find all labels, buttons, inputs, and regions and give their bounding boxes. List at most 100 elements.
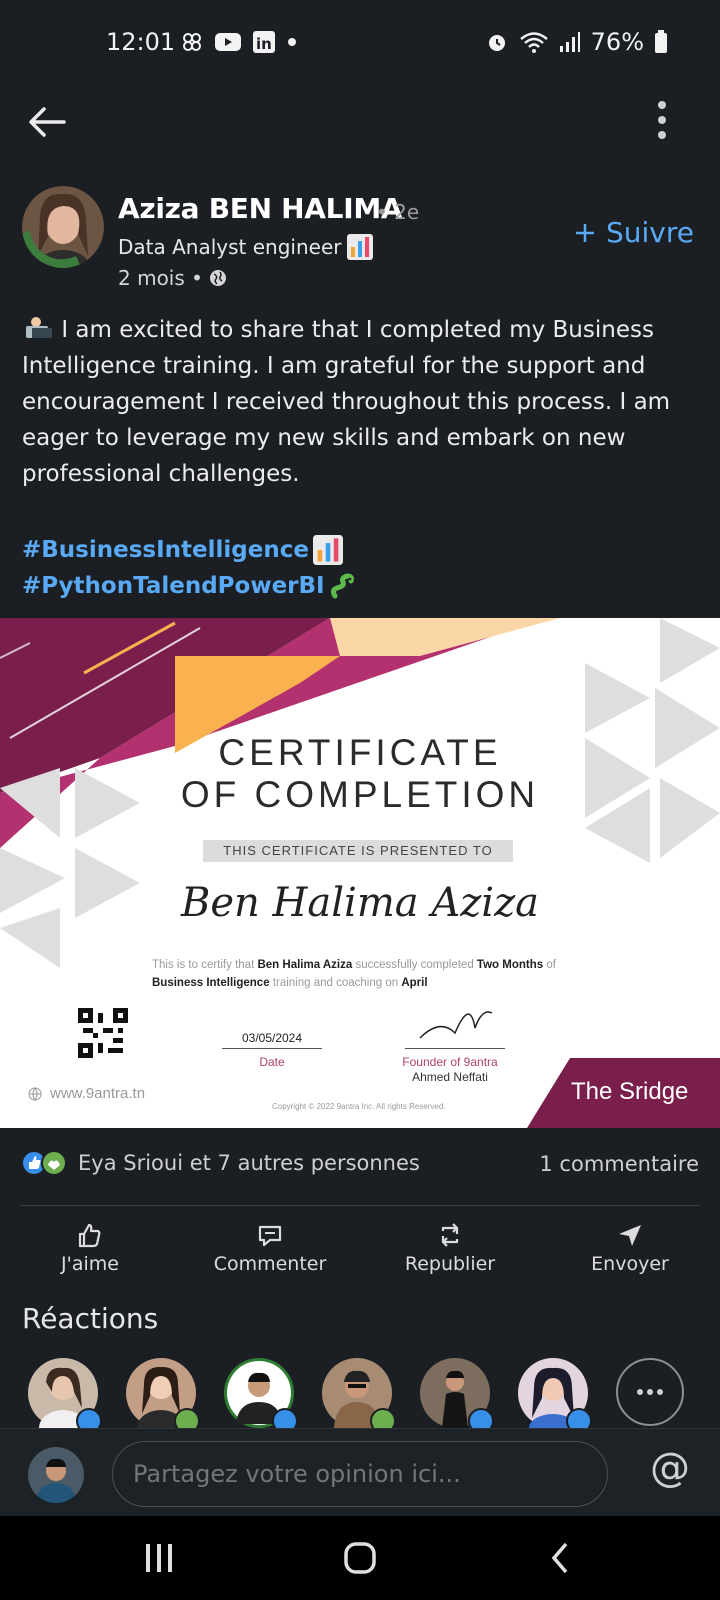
hashtag-python-talend-powerbi[interactable]: #PythonTalendPowerBI: [22, 568, 357, 604]
hashtag-text: #PythonTalendPowerBI: [22, 573, 325, 599]
certificate-website: www.9antra.tn: [28, 1085, 145, 1102]
dot-icon: [288, 38, 296, 46]
action-label: Envoyer: [591, 1253, 669, 1275]
reactors-summary[interactable]: Eya Srioui et 7 autres personnes: [20, 1148, 420, 1178]
hashtag-business-intelligence[interactable]: #BusinessIntelligence: [22, 532, 357, 568]
cert-text: of: [546, 959, 556, 971]
reaction-user-avatar[interactable]: [420, 1358, 494, 1434]
post-author: Aziza BEN HALIMA • 2e Data Analyst engin…: [0, 186, 720, 296]
action-label: J'aime: [61, 1253, 119, 1275]
post-body: I am excited to share that I completed m…: [22, 312, 702, 492]
connection-degree: • 2e: [376, 200, 420, 224]
system-icons: 76%: [485, 28, 668, 56]
comment-input[interactable]: [112, 1441, 608, 1507]
cert-text: April: [401, 977, 428, 989]
pinwheel-icon: [183, 33, 201, 51]
bar-chart-icon: [347, 234, 374, 260]
reaction-user-avatar[interactable]: [224, 1358, 298, 1434]
certificate-brand: The Sridge: [571, 1078, 689, 1105]
reaction-icons: [21, 1150, 67, 1176]
certificate-date: 03/05/2024: [241, 1031, 303, 1045]
qr-code: [78, 1008, 128, 1058]
post-actions: J'aime Commenter Republier Envoyer: [0, 1215, 720, 1285]
send-button[interactable]: Envoyer: [540, 1215, 720, 1285]
action-label: Commenter: [213, 1253, 327, 1275]
certificate-recipient: Ben Halima Aziza: [180, 880, 540, 926]
like-button[interactable]: J'aime: [0, 1215, 180, 1285]
certificate-title-line2: OF COMPLETION: [180, 774, 540, 815]
svg-text:in: in: [256, 35, 272, 53]
certificate-date-label: Date: [259, 1055, 285, 1069]
reactors-text: Eya Srioui et 7 autres personnes: [78, 1151, 420, 1175]
certificate-title-line1: CERTIFICATE: [218, 732, 502, 773]
action-label: Republier: [404, 1253, 496, 1275]
comment-icon: [258, 1225, 282, 1247]
comment-composer: @: [0, 1428, 720, 1516]
globe-icon: [209, 270, 226, 286]
certificate-founder-label: Founder of 9antra: [402, 1055, 498, 1069]
cert-text: This is to certify that: [152, 959, 255, 971]
more-dots-icon: [637, 1389, 663, 1395]
author-avatar[interactable]: [22, 186, 104, 268]
repost-button[interactable]: Republier: [360, 1215, 540, 1285]
certificate-body: This is to certify that Ben Halima Aziza…: [152, 956, 592, 992]
time-text: 2 mois •: [118, 266, 203, 290]
signature-line: [405, 1048, 505, 1049]
home-button[interactable]: [344, 1542, 376, 1578]
cert-text: Business Intelligence: [152, 977, 270, 989]
social-counts: Eya Srioui et 7 autres personnes 1 comme…: [0, 1148, 720, 1188]
follow-label: Suivre: [606, 216, 694, 249]
divider: [20, 1205, 700, 1206]
reaction-user-avatar[interactable]: [126, 1358, 200, 1446]
plus-icon: [576, 223, 594, 242]
arrow-left-icon: [29, 107, 66, 137]
recents-button[interactable]: [144, 1542, 174, 1578]
reaction-user-avatar[interactable]: [28, 1358, 102, 1446]
more-options-button[interactable]: [652, 98, 672, 142]
reaction-user-avatar[interactable]: [322, 1358, 396, 1434]
battery-icon: [655, 30, 667, 53]
status-bar: 12:01 in 76%: [0, 0, 720, 88]
comment-button[interactable]: Commenter: [180, 1215, 360, 1285]
recents-icon: [146, 1544, 172, 1572]
follow-button[interactable]: Suivre: [574, 216, 694, 249]
at-icon[interactable]: @: [650, 1445, 690, 1491]
alarm-icon: [488, 35, 505, 51]
snake-icon: [330, 573, 354, 599]
website-text: www.9antra.tn: [50, 1085, 146, 1102]
author-name[interactable]: Aziza BEN HALIMA: [118, 192, 403, 225]
back-icon: [551, 1542, 568, 1574]
battery-percent: 76%: [590, 28, 644, 56]
headline-text: Data Analyst engineer: [118, 235, 342, 259]
bar-chart-icon: [312, 535, 343, 565]
date-line: [222, 1048, 322, 1049]
more-reactions-button[interactable]: [616, 1358, 684, 1426]
thumbs-up-icon: [78, 1223, 101, 1248]
youtube-icon: [215, 33, 241, 51]
wifi-icon: [519, 32, 548, 53]
nav-back-button[interactable]: [550, 1542, 570, 1578]
author-headline: Data Analyst engineer: [118, 234, 374, 260]
vertical-dots-icon: [658, 101, 666, 139]
hashtag-text: #BusinessIntelligence: [22, 537, 309, 563]
globe-icon: [28, 1087, 42, 1101]
post-text: I am excited to share that I completed m…: [22, 317, 671, 487]
signal-icon: [559, 32, 580, 52]
reaction-user-avatar[interactable]: [518, 1358, 592, 1442]
post-image-certificate[interactable]: CERTIFICATE OF COMPLETION THIS CERTIFICA…: [0, 618, 720, 1128]
certificate-presented: THIS CERTIFICATE IS PRESENTED TO: [203, 840, 513, 862]
send-icon: [619, 1225, 641, 1246]
linkedin-icon: in: [253, 31, 275, 53]
system-nav-bar: [0, 1516, 720, 1600]
comment-count[interactable]: 1 commentaire: [539, 1152, 699, 1176]
laptop-person-icon: [26, 317, 52, 338]
notification-icons: in: [180, 30, 298, 54]
repost-icon: [441, 1223, 459, 1247]
certificate-founder-name: Ahmed Neffati: [412, 1070, 488, 1084]
cert-text: Two Months: [476, 959, 544, 971]
reaction-list: [28, 1358, 698, 1446]
certificate-copyright: Copyright © 2022 9antra Inc. All rights …: [272, 1102, 446, 1111]
cert-text: successfully completed: [355, 959, 474, 971]
my-avatar: [28, 1447, 84, 1503]
back-button[interactable]: [26, 100, 70, 144]
